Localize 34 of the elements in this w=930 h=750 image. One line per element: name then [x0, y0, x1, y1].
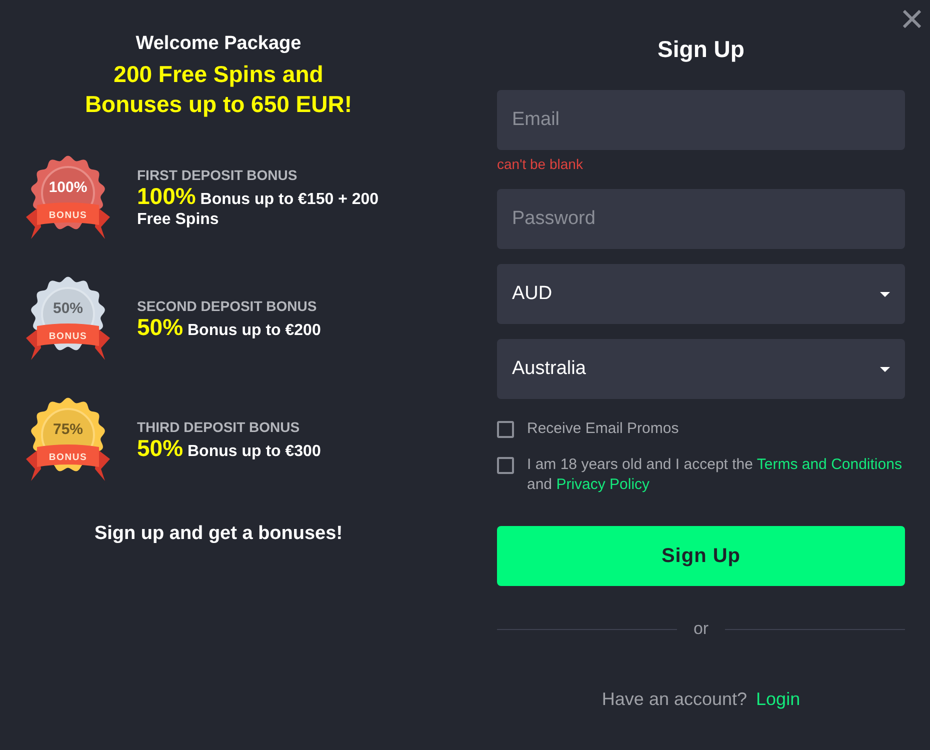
checkbox[interactable] [497, 421, 514, 438]
badge-percent: 75% [52, 421, 84, 438]
signup-title: Sign Up [656, 35, 746, 63]
inline-link[interactable]: Privacy Policy [556, 476, 650, 493]
inline-link[interactable]: Terms and Conditions [756, 456, 902, 473]
checkbox[interactable] [497, 457, 514, 474]
country-select[interactable]: Australia [497, 339, 905, 399]
login-prompt: Have an account? [602, 688, 748, 710]
password-field[interactable]: Password [497, 189, 905, 249]
bonus-offer: 50% Bonus up to €200 [137, 316, 322, 340]
ribbon-label: BONUS [48, 210, 88, 221]
ribbon-label: BONUS [48, 452, 88, 463]
divider-label: or [692, 619, 710, 639]
signup-button[interactable]: Sign Up [497, 526, 905, 586]
badge-percent: 100% [48, 179, 88, 196]
caret-icon [880, 366, 890, 372]
close-icon[interactable] [903, 10, 921, 28]
currency-select[interactable]: AUD [497, 264, 905, 324]
ribbon-label: BONUS [48, 331, 88, 342]
promo-footer: Sign up and get a bonuses! [0, 523, 437, 545]
checkbox-label: I am 18 years old and I accept the Terms and Conditions and Privacy Policy [527, 455, 903, 495]
bonus-offer: 50% Bonus up to €300 [137, 438, 322, 462]
badge-percent: 50% [52, 300, 84, 317]
promo-title: Welcome Package [134, 33, 302, 55]
caret-icon [880, 292, 890, 296]
promo-headline: 200 Free Spins and Bonuses up to 650 EUR! [84, 60, 354, 119]
bonus-heading: FIRST DEPOSIT BONUS [137, 166, 298, 182]
checkbox-label: Receive Email Promos [527, 419, 679, 439]
bonus-heading: SECOND DEPOSIT BONUS [137, 298, 318, 314]
email-field[interactable]: Email [497, 90, 905, 150]
error-message: can't be blank [497, 156, 584, 172]
login-link[interactable]: Login [756, 688, 800, 710]
bonus-heading: THIRD DEPOSIT BONUS [137, 418, 301, 434]
bonus-offer: 100% Bonus up to €150 + 200 Free Spins [137, 186, 380, 230]
